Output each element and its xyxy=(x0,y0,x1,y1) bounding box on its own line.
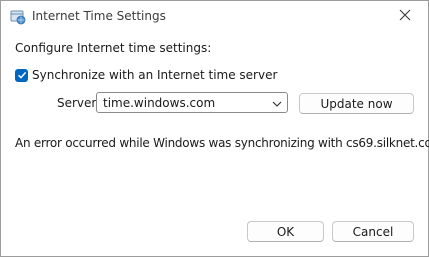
checkmark-icon xyxy=(17,71,26,79)
chevron-down-icon xyxy=(272,98,282,108)
internet-time-settings-dialog: Internet Time Settings Configure Interne… xyxy=(0,0,429,257)
error-message: An error occurred while Windows was sync… xyxy=(15,136,429,150)
title-bar: Internet Time Settings xyxy=(1,1,428,32)
ok-button[interactable]: OK xyxy=(247,221,324,242)
sync-checkbox[interactable] xyxy=(15,68,28,82)
server-value: time.windows.com xyxy=(103,96,216,110)
sync-checkbox-label: Synchronize with an Internet time server xyxy=(32,68,278,82)
window-title: Internet Time Settings xyxy=(32,9,166,23)
clock-globe-icon xyxy=(10,9,26,25)
server-dropdown[interactable]: time.windows.com xyxy=(96,92,288,113)
server-label: Server: xyxy=(57,96,101,110)
sync-checkbox-row[interactable]: Synchronize with an Internet time server xyxy=(15,68,277,82)
close-button[interactable] xyxy=(382,1,428,32)
close-icon xyxy=(399,9,411,24)
cancel-button[interactable]: Cancel xyxy=(332,221,414,242)
update-now-button[interactable]: Update now xyxy=(299,93,414,114)
section-heading: Configure Internet time settings: xyxy=(15,41,212,55)
